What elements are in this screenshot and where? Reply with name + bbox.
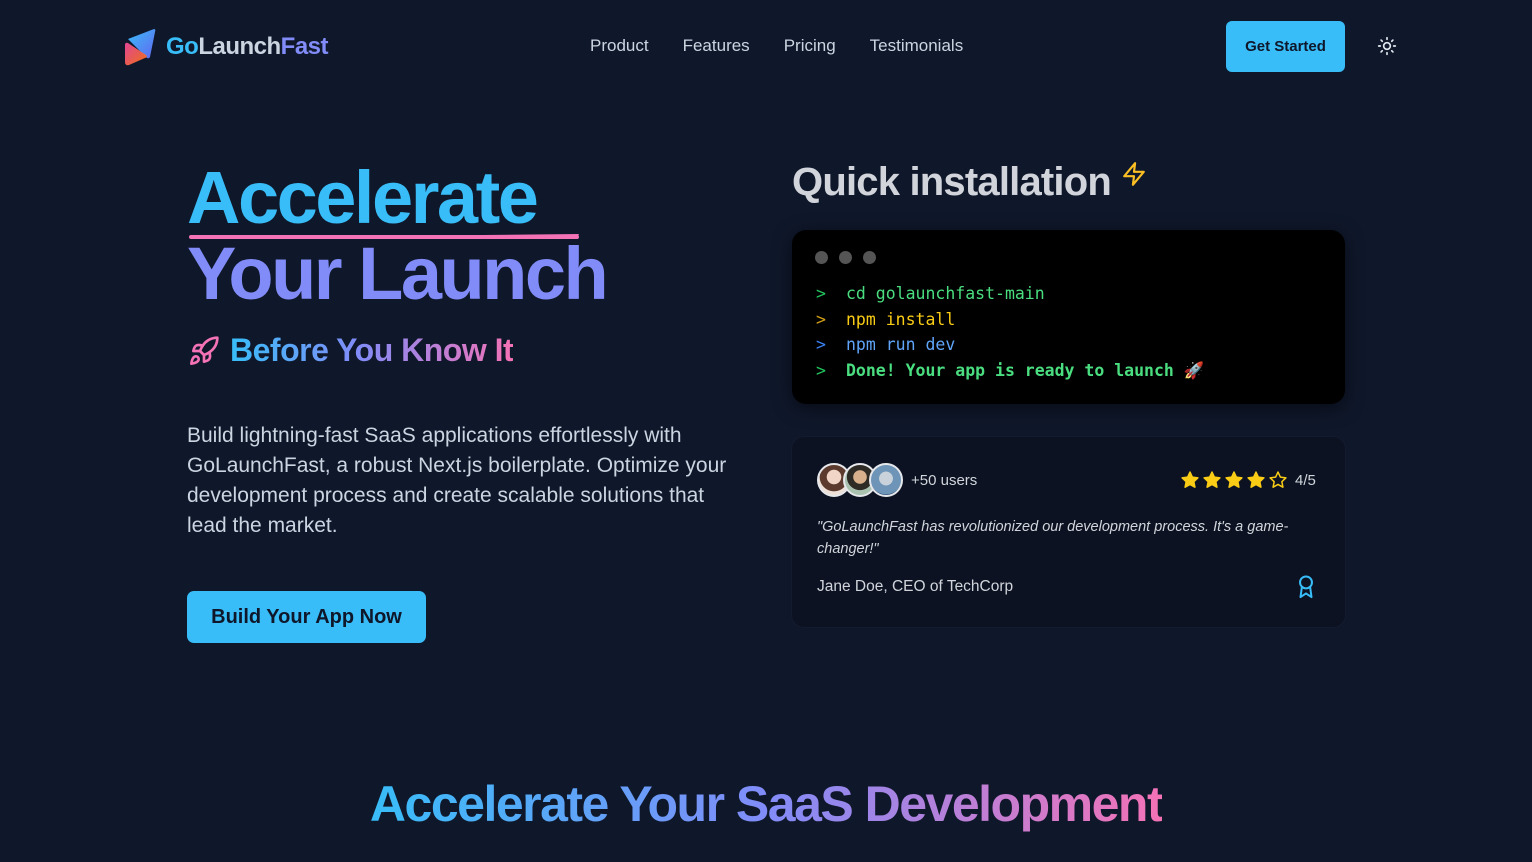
- theme-toggle-button[interactable]: [1375, 34, 1399, 58]
- terminal-command: cd golaunchfast-main: [846, 284, 1045, 303]
- testimonial-author: Jane Doe, CEO of TechCorp: [817, 578, 1014, 595]
- avatar: [869, 463, 903, 497]
- hero-description: Build lightning-fast SaaS applications e…: [187, 424, 727, 537]
- terminal-lines: > cd golaunchfast-main > npm install > n…: [816, 281, 1204, 383]
- title-underline: [189, 234, 579, 239]
- quick-installation-title: Quick installation: [792, 160, 1112, 204]
- nav-link-features[interactable]: Features: [683, 36, 750, 56]
- star-filled-icon: [1203, 471, 1221, 488]
- sun-icon: [1377, 36, 1397, 56]
- nav-links: Product Features Pricing Testimonials: [590, 36, 963, 56]
- hero-title-line2: Your Launch: [187, 232, 609, 315]
- star-filled-icon: [1181, 471, 1199, 488]
- build-app-button[interactable]: Build Your App Now: [187, 591, 426, 643]
- rating-label: 4/5: [1295, 472, 1316, 489]
- tagline: Before You Know It: [188, 332, 514, 369]
- award-icon: [1299, 575, 1313, 599]
- terminal-line: > Done! Your app is ready to launch 🚀: [816, 358, 1204, 384]
- star-filled-icon: [1247, 471, 1265, 488]
- testimonial-quote: "GoLaunchFast has revolutionized our dev…: [817, 519, 1289, 557]
- terminal-line: > npm install: [816, 307, 1204, 333]
- hero-title-line1: Accelerate: [187, 160, 606, 239]
- brand-fast: Fast: [280, 33, 329, 60]
- window-dot-minimize: [839, 251, 852, 264]
- nav-link-testimonials[interactable]: Testimonials: [870, 36, 964, 56]
- star-rating: [1180, 470, 1288, 490]
- section-heading: Accelerate Your SaaS Development: [0, 775, 1532, 833]
- nav-link-product[interactable]: Product: [590, 36, 649, 56]
- rocket-icon: [190, 335, 219, 365]
- top-nav: GoLaunchFast Product Features Pricing Te…: [0, 0, 1532, 92]
- window-controls: [815, 251, 876, 264]
- terminal-line: > cd golaunchfast-main: [816, 281, 1204, 307]
- get-started-button[interactable]: Get Started: [1226, 21, 1345, 72]
- nav-link-pricing[interactable]: Pricing: [784, 36, 836, 56]
- star-filled-icon: [1225, 471, 1243, 488]
- window-dot-maximize: [863, 251, 876, 264]
- terminal-command: npm run dev: [846, 335, 956, 354]
- terminal-prompt: >: [816, 284, 826, 303]
- brand-logo-link[interactable]: GoLaunchFast: [122, 25, 329, 69]
- terminal-window: > cd golaunchfast-main > npm install > n…: [792, 230, 1345, 404]
- terminal-prompt: >: [816, 309, 826, 329]
- terminal-prompt: >: [816, 335, 826, 354]
- terminal-command: npm install: [846, 309, 956, 329]
- brand-launch: Launch: [198, 33, 281, 60]
- brand-name: GoLaunchFast: [166, 33, 329, 61]
- users-count: +50 users: [911, 472, 978, 489]
- hero-title: Accelerate Your Launch: [187, 160, 609, 315]
- window-dot-close: [815, 251, 828, 264]
- terminal-output: Done! Your app is ready to launch 🚀: [846, 360, 1205, 380]
- star-empty-icon: [1269, 471, 1287, 488]
- logo-icon: [125, 29, 156, 66]
- terminal-line: > npm run dev: [816, 332, 1204, 358]
- tagline-text: Before You Know It: [230, 332, 514, 368]
- user-avatars: [817, 463, 903, 497]
- brand-go: Go: [166, 33, 199, 60]
- section-heading-text: Accelerate Your SaaS Development: [369, 776, 1164, 832]
- quick-installation-heading: Quick installation: [792, 160, 1147, 205]
- lightning-icon: [1123, 162, 1145, 186]
- testimonial-card: +50 users 4/5 "GoLaunchFast has revoluti…: [792, 437, 1345, 627]
- hero-title-line1-text: Accelerate: [187, 156, 539, 239]
- terminal-prompt: >: [816, 360, 826, 380]
